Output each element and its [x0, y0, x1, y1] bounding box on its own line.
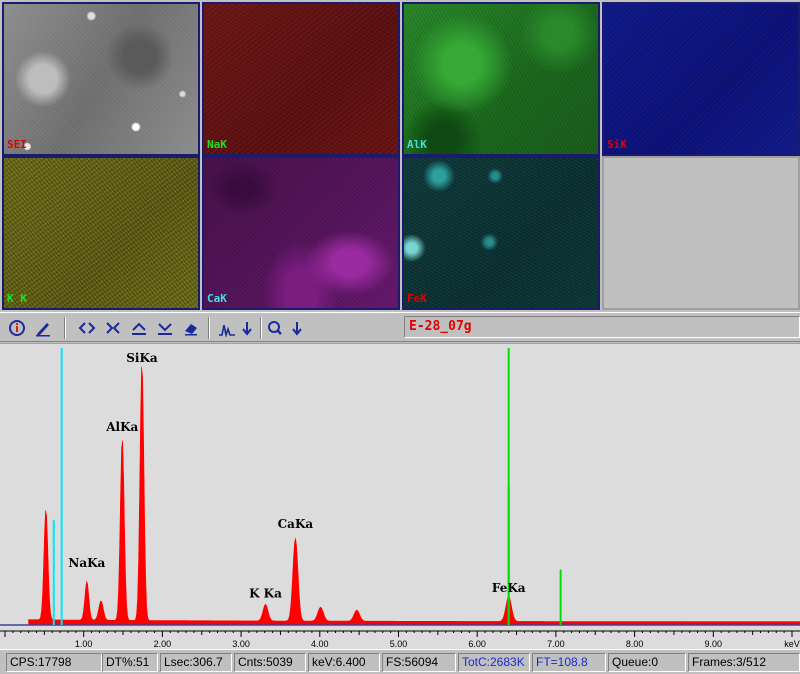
down-arrow-icon[interactable] — [286, 317, 308, 339]
x-tick-label: 2.00 — [154, 639, 172, 649]
spectrum-plot[interactable]: NaKa AlKa SiKa K Ka CaKa FeKa 1.00 2.00 3.00 4.00… — [0, 343, 800, 649]
map-label-ca: CaK — [207, 292, 227, 305]
eraser-icon[interactable] — [180, 317, 202, 339]
x-tick-label: 1.00 — [75, 639, 93, 649]
spectrum-trace — [28, 366, 800, 626]
map-label-al: AlK — [407, 138, 427, 151]
map-label-na: NaK — [207, 138, 227, 151]
peak-label: K Ka — [249, 586, 282, 600]
toolbar-separator — [64, 317, 66, 339]
x-tick-label: keV — [784, 639, 800, 649]
expand-vertical-icon[interactable] — [128, 317, 150, 339]
x-tick-label: 7.00 — [547, 639, 565, 649]
status-cnts: Cnts:5039 — [234, 653, 306, 672]
status-cps: CPS:17798 — [6, 653, 102, 672]
magnify-icon[interactable] — [264, 317, 286, 339]
map-fe[interactable]: FeK — [402, 156, 600, 310]
status-ft: FT=108.8 — [532, 653, 606, 672]
map-ca[interactable]: CaK — [202, 156, 400, 310]
peak-icon[interactable] — [216, 317, 238, 339]
spectrum-svg: NaKa AlKa SiKa K Ka CaKa FeKa 1.00 2.00 3.00 4.00… — [0, 348, 800, 649]
peak-label: FeKa — [492, 581, 526, 595]
x-tick-label: 4.00 — [311, 639, 329, 649]
peak-label: SiKa — [126, 351, 158, 365]
x-tick-label: 3.00 — [232, 639, 250, 649]
compress-vertical-icon[interactable] — [154, 317, 176, 339]
status-bar: CPS:17798 DT%:51 Lsec:306.7 Cnts:5039 ke… — [0, 649, 800, 674]
x-tick-label: 8.00 — [626, 639, 644, 649]
toolbar-separator — [260, 317, 262, 339]
status-lsec: Lsec:306.7 — [160, 653, 232, 672]
x-tick-label: 5.00 — [390, 639, 408, 649]
pen-icon[interactable] — [32, 317, 54, 339]
status-fs: FS:56094 — [382, 653, 456, 672]
status-frames: Frames:3/512 — [688, 653, 800, 672]
x-tick-label: 6.00 — [468, 639, 486, 649]
map-k[interactable]: K K — [2, 156, 200, 310]
x-tick-label: 9.00 — [705, 639, 723, 649]
status-queue: Queue:0 — [608, 653, 686, 672]
down-arrow-icon[interactable] — [236, 317, 258, 339]
map-label-sei: SEI — [7, 138, 27, 151]
peak-label: CaKa — [278, 517, 314, 531]
compress-horizontal-icon[interactable] — [102, 317, 124, 339]
status-kev: keV:6.400 — [308, 653, 380, 672]
map-label-fe: FeK — [407, 292, 427, 305]
map-al[interactable]: AlK — [402, 2, 600, 156]
status-totc: TotC:2683K — [458, 653, 530, 672]
peak-label: AlKa — [105, 420, 138, 434]
map-sei[interactable]: SEI — [2, 2, 200, 156]
map-na[interactable]: NaK — [202, 2, 400, 156]
info-icon[interactable] — [6, 317, 28, 339]
spectrum-toolbar: E-28_07g — [0, 312, 800, 342]
map-empty-slot — [602, 156, 800, 310]
expand-horizontal-icon[interactable] — [76, 317, 98, 339]
toolbar-separator — [208, 317, 210, 339]
spectrum-name-field[interactable]: E-28_07g — [404, 316, 800, 338]
status-dt: DT%:51 — [102, 653, 158, 672]
element-map-grid: SEI NaK AlK SiK K K CaK FeK — [0, 0, 800, 312]
map-label-si: SiK — [607, 138, 627, 151]
peak-label: NaKa — [68, 556, 105, 570]
map-si[interactable]: SiK — [602, 2, 800, 156]
map-label-k: K K — [7, 292, 27, 305]
